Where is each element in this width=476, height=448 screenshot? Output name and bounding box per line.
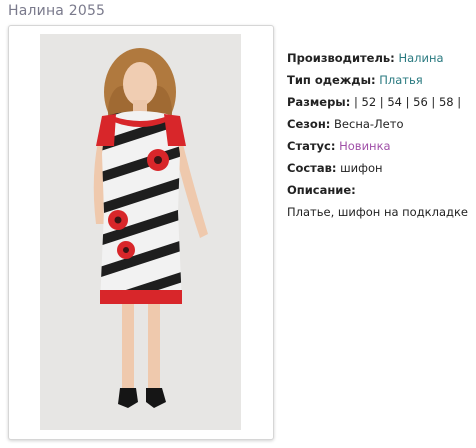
season-value: Весна-Лето (334, 117, 404, 131)
clothing-type-label: Тип одежды: (287, 73, 376, 87)
product-photo[interactable] (40, 34, 241, 430)
description-row: Описание: (287, 179, 468, 201)
description-value: Платье, шифон на подкладке (287, 205, 468, 219)
manufacturer-row: Производитель: Налина (287, 47, 468, 69)
season-row: Сезон: Весна-Лето (287, 113, 468, 135)
season-label: Сезон: (287, 117, 331, 131)
dress-model-photo-icon (40, 34, 241, 430)
manufacturer-link[interactable]: Налина (398, 51, 443, 65)
manufacturer-label: Производитель: (287, 51, 395, 65)
sizes-value: | 52 | 54 | 56 | 58 | (353, 95, 462, 109)
product-properties: Производитель: Налина Тип одежды: Платья… (287, 47, 468, 223)
description-label: Описание: (287, 183, 356, 197)
composition-row: Состав: шифон (287, 157, 468, 179)
status-row: Статус: Новинка (287, 135, 468, 157)
product-image-frame[interactable] (8, 25, 274, 440)
clothing-type-link[interactable]: Платья (379, 73, 422, 87)
composition-label: Состав: (287, 161, 337, 175)
clothing-type-row: Тип одежды: Платья (287, 69, 468, 91)
description-text-row: Платье, шифон на подкладке (287, 201, 468, 223)
status-link[interactable]: Новинка (339, 139, 390, 153)
status-label: Статус: (287, 139, 336, 153)
composition-value: шифон (340, 161, 383, 175)
page-title: Налина 2055 (8, 3, 106, 19)
sizes-row: Размеры: | 52 | 54 | 56 | 58 | (287, 91, 468, 113)
sizes-label: Размеры: (287, 95, 351, 109)
